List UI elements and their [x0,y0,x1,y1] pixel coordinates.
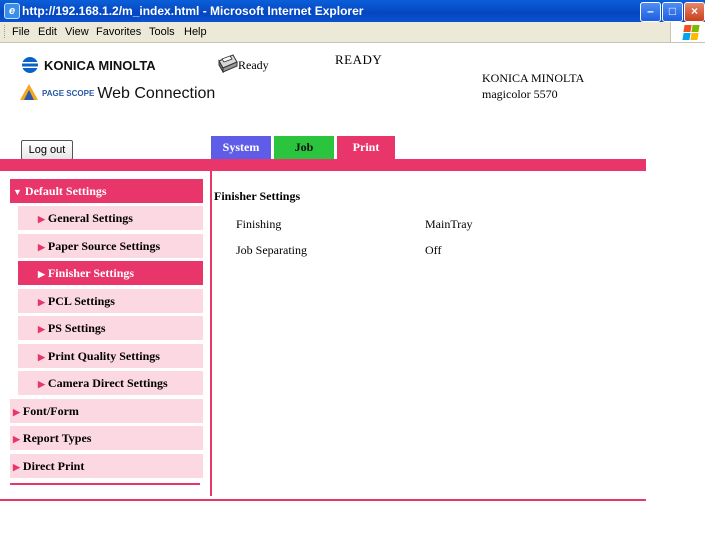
sidebar-divider [210,171,212,496]
sidebar-item-camera-direct-settings[interactable]: ▶ Camera Direct Settings [18,371,203,395]
triangle-right-icon: ▶ [38,269,45,279]
globe-icon [22,57,38,73]
triangle-right-icon: ▶ [38,324,45,334]
window-title: http://192.168.1.2/m_index.html - Micros… [22,4,364,18]
sidebar-item-direct-print[interactable]: ▶ Direct Print [10,454,203,478]
ie-icon: e [4,3,20,19]
sidebar-item-general-settings[interactable]: ▶ General Settings [18,206,203,230]
finishing-value: MainTray [425,217,473,231]
triangle-right-icon: ▶ [13,434,20,444]
page-content: KONICA MINOLTA PAGE SCOPE Web Connection … [0,43,705,540]
menu-help[interactable]: Help [184,26,207,38]
sidebar-item-font-form[interactable]: ▶ Font/Form [10,399,203,423]
menu-tools[interactable]: Tools [149,26,175,38]
sidebar-bottom-divider [10,483,200,485]
window-titlebar: e http://192.168.1.2/m_index.html - Micr… [0,0,705,22]
logout-button[interactable]: Log out [21,140,73,160]
footer-divider [0,499,646,501]
status-display: READY [335,52,383,67]
menu-file[interactable]: File [12,26,30,38]
page-title: Finisher Settings [214,189,301,203]
menu-grip [4,25,8,38]
job-separating-label: Job Separating [236,243,307,257]
sidebar-item-print-quality-settings[interactable]: ▶ Print Quality Settings [18,344,203,368]
triangle-right-icon: ▶ [38,379,45,389]
menu-bar: File Edit View Favorites Tools Help [0,22,705,43]
triangle-down-icon: ▼ [13,187,22,197]
sidebar-item-report-types[interactable]: ▶ Report Types [10,426,203,450]
menu-edit[interactable]: Edit [38,26,57,38]
triangle-right-icon: ▶ [38,297,45,307]
finishing-label: Finishing [236,217,282,231]
device-model: magicolor 5570 [482,87,558,101]
sidebar-item-ps-settings[interactable]: ▶ PS Settings [18,316,203,340]
triangle-right-icon: ▶ [38,352,45,362]
sidebar-item-paper-source-settings[interactable]: ▶ Paper Source Settings [18,234,203,258]
header-divider [0,159,646,171]
printer-icon [216,53,238,74]
close-icon[interactable]: × [684,2,705,22]
pagescope-logo: PAGE SCOPE Web Connection [20,84,215,103]
triangle-right-icon: ▶ [38,242,45,252]
sidebar-item-default-settings[interactable]: ▼ Default Settings [10,179,203,203]
tab-job[interactable]: Job [274,136,334,159]
pagescope-icon [20,84,38,100]
menu-favorites[interactable]: Favorites [96,26,141,38]
device-vendor: KONICA MINOLTA [482,71,585,85]
sidebar-item-pcl-settings[interactable]: ▶ PCL Settings [18,289,203,313]
triangle-right-icon: ▶ [13,407,20,417]
tab-system[interactable]: System [211,136,271,159]
konica-minolta-logo: KONICA MINOLTA [22,57,156,73]
job-separating-value: Off [425,243,442,257]
sidebar-item-finisher-settings[interactable]: ▶ Finisher Settings [18,261,203,285]
status-text: Ready [238,58,269,72]
tab-print[interactable]: Print [337,136,395,159]
triangle-right-icon: ▶ [38,214,45,224]
windows-flag-icon [670,22,705,42]
menu-view[interactable]: View [65,26,89,38]
maximize-icon[interactable]: □ [662,2,683,22]
triangle-right-icon: ▶ [13,462,20,472]
minimize-icon[interactable]: – [640,2,661,22]
